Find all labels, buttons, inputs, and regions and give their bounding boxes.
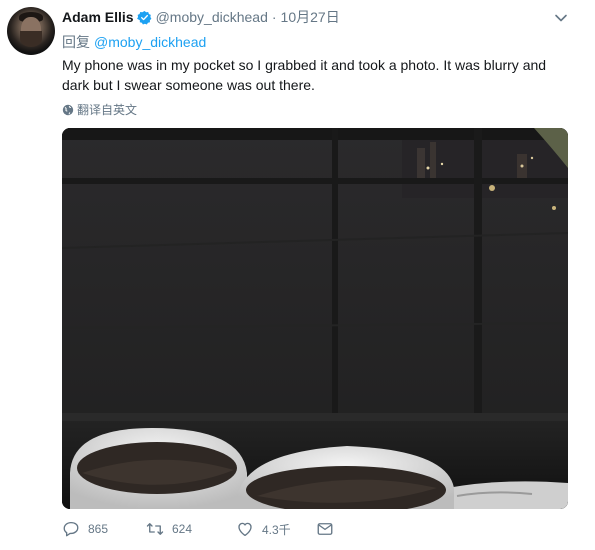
tweet-photo[interactable] (62, 128, 568, 509)
reply-icon (63, 521, 79, 537)
reply-to-link[interactable]: @moby_dickhead (94, 34, 206, 50)
reply-prefix: 回复 (62, 34, 90, 50)
tweet-actions: 865 624 4.3千 (62, 520, 342, 538)
tweet-header: Adam Ellis @moby_dickhead · 10月27日 (62, 7, 340, 27)
direct-message-button[interactable] (316, 520, 342, 538)
replying-to: 回复 @moby_dickhead (62, 32, 206, 52)
retweet-icon (146, 523, 164, 535)
tweet-date[interactable]: 10月27日 (281, 7, 340, 27)
reply-count: 865 (88, 522, 109, 536)
retweet-count: 624 (172, 522, 193, 536)
author-name[interactable]: Adam Ellis (62, 9, 134, 25)
verified-badge-icon (136, 10, 151, 24)
like-button[interactable]: 4.3千 (236, 520, 300, 538)
reply-button[interactable]: 865 (62, 520, 126, 538)
heart-icon (238, 522, 252, 537)
author-handle[interactable]: @moby_dickhead (156, 9, 268, 25)
date-separator: · (271, 9, 277, 25)
translate-label: 翻译自英文 (77, 103, 138, 117)
message-icon (317, 523, 333, 535)
translate-link[interactable]: 翻译自英文 (62, 101, 137, 118)
tweet: Adam Ellis @moby_dickhead · 10月27日 回复 @mo… (0, 0, 595, 550)
retweet-button[interactable]: 624 (146, 520, 220, 538)
like-count: 4.3千 (262, 522, 291, 537)
tweet-text: My phone was in my pocket so I grabbed i… (62, 57, 547, 93)
chevron-down-icon[interactable] (554, 11, 568, 25)
night-window-photo (62, 128, 568, 509)
avatar[interactable] (7, 7, 55, 55)
globe-icon (62, 104, 74, 115)
